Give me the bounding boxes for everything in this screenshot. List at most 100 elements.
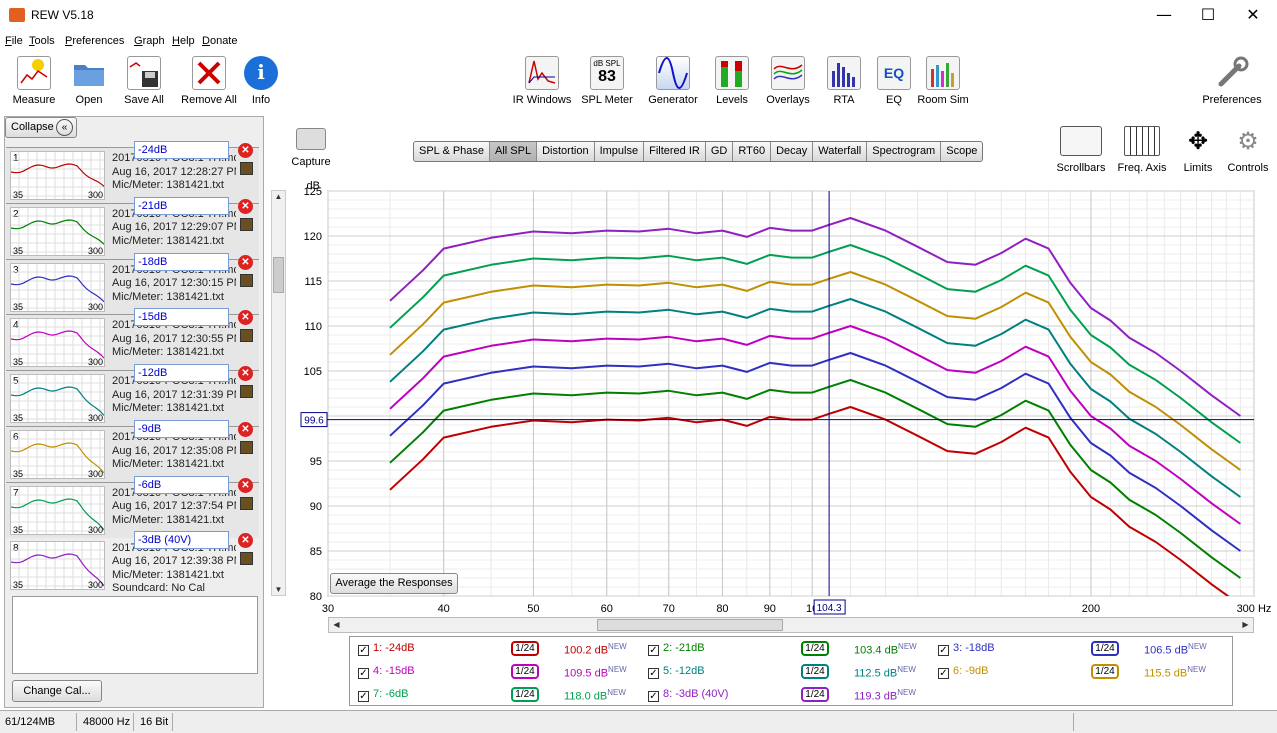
rta-button[interactable]: RTA: [825, 50, 863, 106]
menu-file[interactable]: File: [5, 35, 23, 47]
overlays-button[interactable]: Overlays: [763, 50, 813, 106]
capture-button[interactable]: Capture: [288, 128, 334, 168]
measure-button[interactable]: Measure: [8, 50, 60, 106]
remove-measurement-icon[interactable]: ✕: [238, 477, 253, 493]
ir-windows-button[interactable]: IR Windows: [511, 50, 573, 106]
measurement-name-field[interactable]: -3dB (40V): [134, 530, 229, 549]
remove-measurement-icon[interactable]: ✕: [238, 366, 253, 382]
scroll-down-icon[interactable]: ▼: [272, 585, 285, 594]
measurement-item[interactable]: 53530020170816-POC3.1 TH.mdatAug 16, 201…: [6, 364, 259, 427]
remove-measurement-icon[interactable]: ✕: [238, 422, 253, 437]
graph-tab[interactable]: All SPL: [490, 142, 538, 161]
legend-checkbox[interactable]: ✓: [648, 691, 659, 702]
levels-button[interactable]: Levels: [712, 50, 752, 106]
legend-entry[interactable]: ✓ 8: -3dB (40V): [648, 688, 728, 702]
graph-tab[interactable]: SPL & Phase: [414, 142, 491, 161]
scroll-left-icon[interactable]: ◀: [330, 620, 343, 629]
graph-tab[interactable]: Spectrogram: [867, 142, 942, 161]
scroll-thumb[interactable]: [273, 257, 284, 293]
legend-checkbox[interactable]: ✓: [648, 668, 659, 679]
legend-checkbox[interactable]: ✓: [358, 691, 369, 702]
smoothing-indicator[interactable]: 1/24: [1091, 664, 1119, 679]
measurement-item[interactable]: 63530020170816-POC3.1 TH.mdatAug 16, 201…: [6, 420, 259, 482]
save-measurement-icon[interactable]: [240, 162, 253, 175]
scroll-right-icon[interactable]: ▶: [1239, 620, 1252, 629]
legend-entry[interactable]: ✓ 7: -6dB: [358, 688, 408, 702]
legend-checkbox[interactable]: ✓: [358, 668, 369, 679]
measurement-name-field[interactable]: -9dB: [134, 420, 229, 438]
save-measurement-icon[interactable]: [240, 385, 253, 399]
menu-preferences[interactable]: Preferences: [65, 35, 124, 47]
preferences-button[interactable]: Preferences: [1199, 50, 1265, 106]
measurement-item[interactable]: 73530020170816-POC3.1 TH.mdatAug 16, 201…: [6, 475, 259, 538]
legend-entry[interactable]: ✓ 2: -21dB: [648, 642, 705, 656]
smoothing-indicator[interactable]: 1/24: [801, 664, 829, 679]
generator-button[interactable]: Generator: [645, 50, 701, 106]
smoothing-indicator[interactable]: 1/24: [511, 687, 539, 702]
legend-checkbox[interactable]: ✓: [938, 668, 949, 679]
save-all-button[interactable]: Save All: [118, 50, 170, 106]
remove-measurement-icon[interactable]: ✕: [238, 254, 253, 270]
legend-checkbox[interactable]: ✓: [938, 645, 949, 656]
room-sim-button[interactable]: Room Sim: [916, 50, 970, 106]
graph-tab[interactable]: Filtered IR: [644, 142, 706, 161]
remove-all-button[interactable]: Remove All: [179, 50, 239, 106]
measurement-item[interactable]: 13530020170816-POC3.1 TH.mdatAug 16, 201…: [6, 141, 259, 203]
measurement-item[interactable]: 33530020170816-POC3.1 TH.mdatAug 16, 201…: [6, 252, 259, 315]
legend-checkbox[interactable]: ✓: [648, 645, 659, 656]
scroll-up-icon[interactable]: ▲: [272, 192, 285, 201]
menu-tools[interactable]: Tools: [29, 35, 55, 47]
save-measurement-icon[interactable]: [240, 329, 253, 343]
limits-button[interactable]: ✥ Limits: [1178, 126, 1218, 174]
save-measurement-icon[interactable]: [240, 551, 253, 565]
graph-tab[interactable]: Decay: [771, 142, 814, 161]
measurement-name-field[interactable]: -21dB: [134, 196, 229, 215]
measurement-name-field[interactable]: -12dB: [134, 364, 229, 383]
menu-help[interactable]: Help: [172, 35, 195, 47]
graph-tab[interactable]: Impulse: [595, 142, 645, 161]
info-button[interactable]: i Info: [244, 50, 278, 106]
change-cal-button[interactable]: Change Cal...: [12, 680, 102, 702]
maximize-button[interactable]: ☐: [1185, 0, 1231, 30]
legend-checkbox[interactable]: ✓: [358, 645, 369, 656]
smoothing-indicator[interactable]: 1/24: [801, 641, 829, 656]
measurement-scrollbar[interactable]: ▲ ▼: [271, 190, 286, 596]
freq-axis-button[interactable]: Freq. Axis: [1116, 126, 1168, 174]
smoothing-indicator[interactable]: 1/24: [511, 641, 539, 656]
frequency-scrollbar[interactable]: ◀ ▶: [328, 617, 1254, 633]
smoothing-indicator[interactable]: 1/24: [1091, 641, 1119, 656]
remove-measurement-icon[interactable]: ✕: [238, 198, 253, 214]
smoothing-indicator[interactable]: 1/24: [801, 687, 829, 702]
smoothing-indicator[interactable]: 1/24: [511, 664, 539, 679]
close-button[interactable]: ✕: [1230, 0, 1276, 30]
measurement-name-field[interactable]: -6dB: [134, 475, 229, 494]
measurement-item[interactable]: 83530020170816-POC3.1 TH.mdatAug 16, 201…: [6, 530, 259, 594]
collapse-button[interactable]: Collapse «: [5, 117, 77, 138]
scrollbars-button[interactable]: Scrollbars: [1055, 126, 1107, 174]
controls-button[interactable]: ⚙ Controls: [1226, 126, 1270, 174]
save-measurement-icon[interactable]: [240, 441, 253, 454]
measurement-name-field[interactable]: -18dB: [134, 252, 229, 271]
measurement-name-field[interactable]: -24dB: [134, 141, 229, 159]
measurement-item[interactable]: 23530020170816-POC3.1 TH.mdatAug 16, 201…: [6, 196, 259, 259]
graph-tab[interactable]: Distortion: [537, 142, 595, 161]
open-button[interactable]: Open: [68, 50, 110, 106]
eq-button[interactable]: EQ EQ: [875, 50, 913, 106]
average-responses-button[interactable]: Average the Responses: [330, 573, 458, 594]
save-measurement-icon[interactable]: [240, 496, 253, 510]
graph-tab[interactable]: RT60: [733, 142, 772, 161]
spl-chart[interactable]: 3040506070809010200300 Hz808590951001051…: [290, 176, 1276, 616]
menu-graph[interactable]: Graph: [134, 35, 165, 47]
legend-entry[interactable]: ✓ 1: -24dB: [358, 642, 415, 656]
legend-entry[interactable]: ✓ 5: -12dB: [648, 665, 705, 679]
spl-meter-button[interactable]: dB SPL 83 SPL Meter: [579, 50, 635, 106]
notes-area[interactable]: [12, 596, 258, 674]
legend-entry[interactable]: ✓ 3: -18dB: [938, 642, 995, 656]
menu-donate[interactable]: Donate: [202, 35, 237, 47]
graph-tab[interactable]: Waterfall: [813, 142, 868, 161]
remove-measurement-icon[interactable]: ✕: [238, 532, 253, 548]
measurement-name-field[interactable]: -15dB: [134, 308, 229, 327]
measurement-item[interactable]: 43530020170816-POC3.1 TH.mdatAug 16, 201…: [6, 308, 259, 371]
save-measurement-icon[interactable]: [240, 273, 253, 287]
legend-entry[interactable]: ✓ 6: -9dB: [938, 665, 988, 679]
